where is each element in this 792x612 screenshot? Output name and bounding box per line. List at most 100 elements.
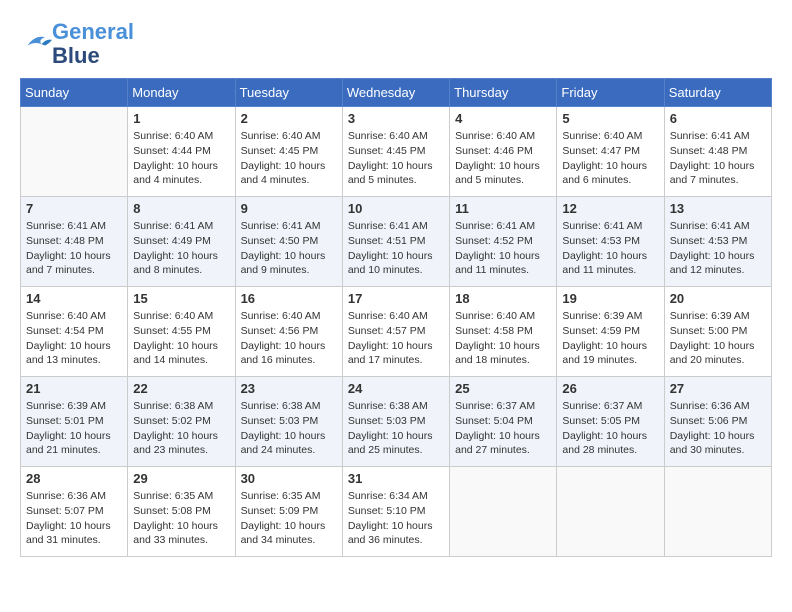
day-info: Sunrise: 6:41 AMSunset: 4:53 PMDaylight:… xyxy=(670,219,766,278)
day-number: 8 xyxy=(133,201,229,216)
calendar-cell: 6 Sunrise: 6:41 AMSunset: 4:48 PMDaylight… xyxy=(664,107,771,197)
day-number: 27 xyxy=(670,381,766,396)
day-info: Sunrise: 6:39 AMSunset: 4:59 PMDaylight:… xyxy=(562,309,658,368)
day-number: 18 xyxy=(455,291,551,306)
day-number: 17 xyxy=(348,291,444,306)
day-number: 14 xyxy=(26,291,122,306)
day-number: 12 xyxy=(562,201,658,216)
calendar-cell: 24Sunrise: 6:38 AMSunset: 5:03 PMDayligh… xyxy=(342,377,449,467)
weekday-header-saturday: Saturday xyxy=(664,79,771,107)
logo: GeneralBlue xyxy=(20,20,134,68)
day-info: Sunrise: 6:39 AMSunset: 5:00 PMDaylight:… xyxy=(670,309,766,368)
page-header: GeneralBlue xyxy=(20,20,772,68)
calendar-cell: 14 Sunrise: 6:40 AMSunset: 4:54 PMDayligh… xyxy=(21,287,128,377)
calendar-cell: 13 Sunrise: 6:41 AMSunset: 4:53 PMDayligh… xyxy=(664,197,771,287)
day-info: Sunrise: 6:37 AMSunset: 5:04 PMDaylight:… xyxy=(455,399,551,458)
day-number: 28 xyxy=(26,471,122,486)
calendar-cell: 10 Sunrise: 6:41 AMSunset: 4:51 PMDayligh… xyxy=(342,197,449,287)
day-number: 6 xyxy=(670,111,766,126)
day-info: Sunrise: 6:40 AMSunset: 4:46 PMDaylight:… xyxy=(455,129,551,188)
day-number: 21 xyxy=(26,381,122,396)
day-info: Sunrise: 6:38 AMSunset: 5:03 PMDaylight:… xyxy=(241,399,337,458)
calendar-cell: 15 Sunrise: 6:40 AMSunset: 4:55 PMDayligh… xyxy=(128,287,235,377)
day-info: Sunrise: 6:41 AMSunset: 4:52 PMDaylight:… xyxy=(455,219,551,278)
day-info: Sunrise: 6:35 AMSunset: 5:08 PMDaylight:… xyxy=(133,489,229,548)
day-info: Sunrise: 6:41 AMSunset: 4:48 PMDaylight:… xyxy=(26,219,122,278)
day-info: Sunrise: 6:40 AMSunset: 4:45 PMDaylight:… xyxy=(241,129,337,188)
calendar-cell: 19 Sunrise: 6:39 AMSunset: 4:59 PMDayligh… xyxy=(557,287,664,377)
weekday-header-monday: Monday xyxy=(128,79,235,107)
calendar-cell xyxy=(21,107,128,197)
day-number: 3 xyxy=(348,111,444,126)
day-info: Sunrise: 6:39 AMSunset: 5:01 PMDaylight:… xyxy=(26,399,122,458)
calendar-cell: 11 Sunrise: 6:41 AMSunset: 4:52 PMDayligh… xyxy=(450,197,557,287)
calendar-cell: 20 Sunrise: 6:39 AMSunset: 5:00 PMDayligh… xyxy=(664,287,771,377)
calendar-cell xyxy=(557,467,664,557)
calendar-cell: 31 Sunrise: 6:34 AMSunset: 5:10 PMDayligh… xyxy=(342,467,449,557)
day-number: 5 xyxy=(562,111,658,126)
calendar-week-1: 1 Sunrise: 6:40 AMSunset: 4:44 PMDaylight… xyxy=(21,107,772,197)
calendar-cell: 30Sunrise: 6:35 AMSunset: 5:09 PMDayligh… xyxy=(235,467,342,557)
day-info: Sunrise: 6:41 AMSunset: 4:51 PMDaylight:… xyxy=(348,219,444,278)
day-number: 16 xyxy=(241,291,337,306)
day-number: 30 xyxy=(241,471,337,486)
day-info: Sunrise: 6:40 AMSunset: 4:58 PMDaylight:… xyxy=(455,309,551,368)
day-info: Sunrise: 6:40 AMSunset: 4:55 PMDaylight:… xyxy=(133,309,229,368)
calendar-week-4: 21 Sunrise: 6:39 AMSunset: 5:01 PMDayligh… xyxy=(21,377,772,467)
day-number: 31 xyxy=(348,471,444,486)
day-number: 26 xyxy=(562,381,658,396)
calendar-cell: 21 Sunrise: 6:39 AMSunset: 5:01 PMDayligh… xyxy=(21,377,128,467)
calendar-cell: 29Sunrise: 6:35 AMSunset: 5:08 PMDayligh… xyxy=(128,467,235,557)
day-number: 9 xyxy=(241,201,337,216)
day-info: Sunrise: 6:41 AMSunset: 4:53 PMDaylight:… xyxy=(562,219,658,278)
day-number: 10 xyxy=(348,201,444,216)
weekday-header-sunday: Sunday xyxy=(21,79,128,107)
calendar-cell: 28 Sunrise: 6:36 AMSunset: 5:07 PMDayligh… xyxy=(21,467,128,557)
day-number: 13 xyxy=(670,201,766,216)
day-info: Sunrise: 6:40 AMSunset: 4:47 PMDaylight:… xyxy=(562,129,658,188)
day-info: Sunrise: 6:36 AMSunset: 5:07 PMDaylight:… xyxy=(26,489,122,548)
calendar-cell: 8 Sunrise: 6:41 AMSunset: 4:49 PMDaylight… xyxy=(128,197,235,287)
day-info: Sunrise: 6:40 AMSunset: 4:44 PMDaylight:… xyxy=(133,129,229,188)
calendar-cell: 4 Sunrise: 6:40 AMSunset: 4:46 PMDaylight… xyxy=(450,107,557,197)
day-info: Sunrise: 6:40 AMSunset: 4:57 PMDaylight:… xyxy=(348,309,444,368)
day-number: 20 xyxy=(670,291,766,306)
calendar-table: SundayMondayTuesdayWednesdayThursdayFrid… xyxy=(20,78,772,557)
calendar-cell: 22Sunrise: 6:38 AMSunset: 5:02 PMDayligh… xyxy=(128,377,235,467)
day-number: 2 xyxy=(241,111,337,126)
day-number: 1 xyxy=(133,111,229,126)
day-info: Sunrise: 6:40 AMSunset: 4:54 PMDaylight:… xyxy=(26,309,122,368)
day-number: 11 xyxy=(455,201,551,216)
day-info: Sunrise: 6:41 AMSunset: 4:49 PMDaylight:… xyxy=(133,219,229,278)
calendar-cell: 5 Sunrise: 6:40 AMSunset: 4:47 PMDaylight… xyxy=(557,107,664,197)
day-number: 19 xyxy=(562,291,658,306)
calendar-cell: 18 Sunrise: 6:40 AMSunset: 4:58 PMDayligh… xyxy=(450,287,557,377)
day-info: Sunrise: 6:38 AMSunset: 5:03 PMDaylight:… xyxy=(348,399,444,458)
calendar-week-5: 28 Sunrise: 6:36 AMSunset: 5:07 PMDayligh… xyxy=(21,467,772,557)
calendar-cell: 1 Sunrise: 6:40 AMSunset: 4:44 PMDaylight… xyxy=(128,107,235,197)
day-info: Sunrise: 6:40 AMSunset: 4:45 PMDaylight:… xyxy=(348,129,444,188)
day-info: Sunrise: 6:41 AMSunset: 4:50 PMDaylight:… xyxy=(241,219,337,278)
calendar-cell: 9 Sunrise: 6:41 AMSunset: 4:50 PMDaylight… xyxy=(235,197,342,287)
calendar-week-2: 7 Sunrise: 6:41 AMSunset: 4:48 PMDaylight… xyxy=(21,197,772,287)
day-info: Sunrise: 6:40 AMSunset: 4:56 PMDaylight:… xyxy=(241,309,337,368)
calendar-cell: 12 Sunrise: 6:41 AMSunset: 4:53 PMDayligh… xyxy=(557,197,664,287)
calendar-cell: 2 Sunrise: 6:40 AMSunset: 4:45 PMDaylight… xyxy=(235,107,342,197)
day-number: 15 xyxy=(133,291,229,306)
day-number: 7 xyxy=(26,201,122,216)
calendar-cell xyxy=(664,467,771,557)
day-number: 4 xyxy=(455,111,551,126)
day-info: Sunrise: 6:37 AMSunset: 5:05 PMDaylight:… xyxy=(562,399,658,458)
weekday-header-tuesday: Tuesday xyxy=(235,79,342,107)
logo-text: GeneralBlue xyxy=(52,20,134,68)
weekday-header-wednesday: Wednesday xyxy=(342,79,449,107)
logo-icon xyxy=(24,30,52,54)
day-info: Sunrise: 6:38 AMSunset: 5:02 PMDaylight:… xyxy=(133,399,229,458)
day-info: Sunrise: 6:41 AMSunset: 4:48 PMDaylight:… xyxy=(670,129,766,188)
calendar-cell: 25 Sunrise: 6:37 AMSunset: 5:04 PMDayligh… xyxy=(450,377,557,467)
calendar-cell: 17 Sunrise: 6:40 AMSunset: 4:57 PMDayligh… xyxy=(342,287,449,377)
calendar-cell xyxy=(450,467,557,557)
calendar-cell: 26 Sunrise: 6:37 AMSunset: 5:05 PMDayligh… xyxy=(557,377,664,467)
day-number: 25 xyxy=(455,381,551,396)
day-info: Sunrise: 6:34 AMSunset: 5:10 PMDaylight:… xyxy=(348,489,444,548)
